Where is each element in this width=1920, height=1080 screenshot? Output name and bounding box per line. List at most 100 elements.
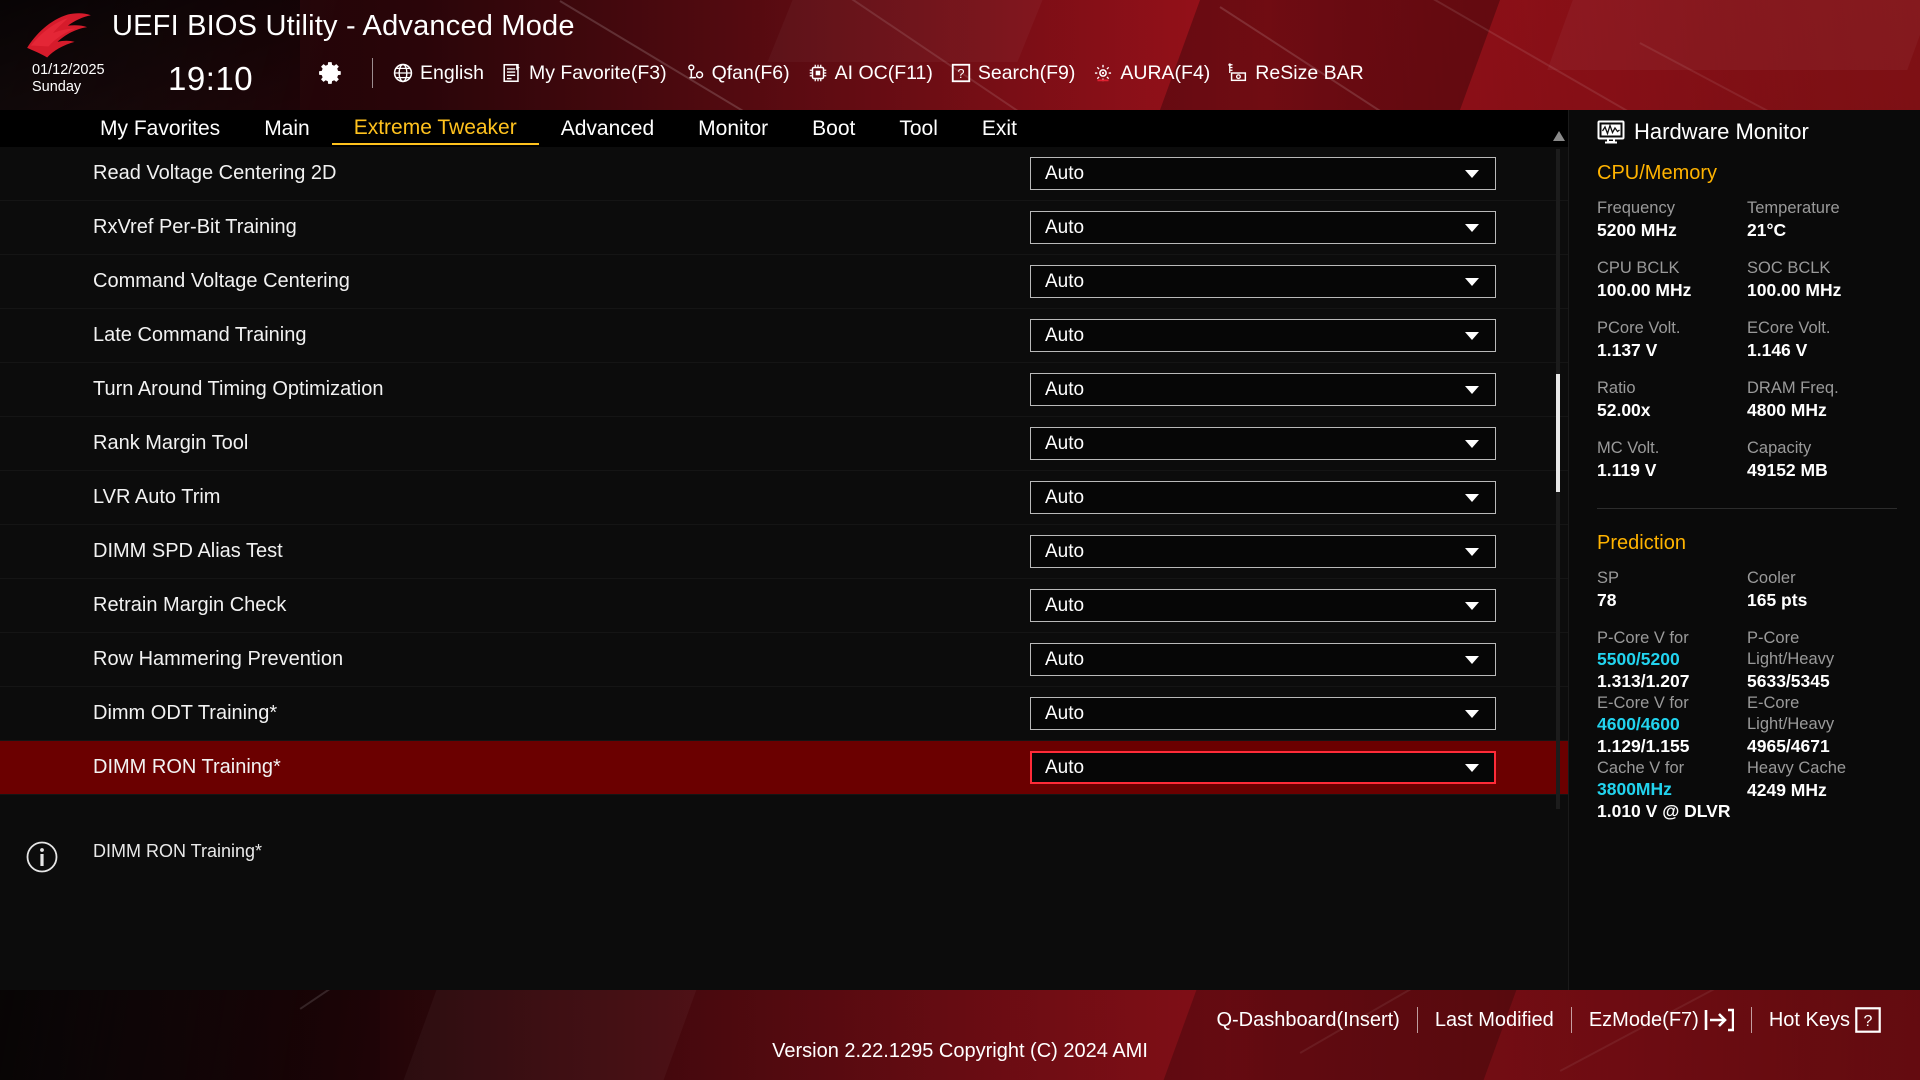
svg-text:?: ? <box>957 66 964 81</box>
favorite-icon <box>503 63 520 83</box>
hw-metric: SP 78 <box>1597 568 1747 612</box>
header-streak-2 <box>839 0 1189 110</box>
hw-metric-key: Ratio <box>1597 379 1636 397</box>
my-favorite-button[interactable]: My Favorite(F3) <box>501 62 675 85</box>
setting-dropdown[interactable]: Auto <box>1030 157 1496 190</box>
scroll-up-arrow-icon[interactable] <box>1552 130 1566 142</box>
setting-row[interactable]: Late Command Training Auto <box>0 309 1568 363</box>
setting-dropdown[interactable]: Auto <box>1030 751 1496 784</box>
hw-metric: CPU BCLK 100.00 MHz <box>1597 258 1747 302</box>
hardware-monitor-header: Hardware Monitor <box>1597 119 1809 145</box>
hw-section-grid: SP 78 Cooler 165 pts P-Core V for 5500/5200 1.… <box>1597 568 1897 823</box>
hw-prediction-metric: E-Core Light/Heavy 4965/4671 <box>1747 693 1897 758</box>
hw-metric-pair: Frequency 5200 MHz Temperature 21°C <box>1597 198 1897 242</box>
hw-metric-key: SP <box>1597 569 1620 587</box>
setting-value: Auto <box>1045 648 1085 670</box>
nav-tab-exit[interactable]: Exit <box>960 114 1039 144</box>
footer-link-ezmode-f7-[interactable]: EzMode(F7) <box>1572 1008 1751 1032</box>
setting-label: RxVref Per-Bit Training <box>93 216 297 238</box>
nav-tab-main[interactable]: Main <box>242 114 332 144</box>
search-button[interactable]: ? Search(F9) <box>950 62 1084 85</box>
nav-tab-monitor[interactable]: Monitor <box>676 114 790 144</box>
nav-tab-advanced[interactable]: Advanced <box>539 114 676 144</box>
hw-metric-key: ECore Volt. <box>1747 319 1831 337</box>
setting-row[interactable]: Retrain Margin Check Auto <box>0 579 1568 633</box>
footer-link-hot-keys[interactable]: Hot Keys? <box>1752 1007 1898 1033</box>
setting-value: Auto <box>1045 702 1085 724</box>
monitor-icon <box>1597 120 1625 144</box>
hw-metric-subkey: Light/Heavy <box>1747 650 1835 668</box>
language-button[interactable]: English <box>392 62 492 85</box>
ai-oc-label: AI OC(F11) <box>834 61 933 84</box>
gear-icon[interactable] <box>318 60 344 86</box>
hw-metric-value: 5200 MHz <box>1597 220 1677 240</box>
setting-dropdown[interactable]: Auto <box>1030 643 1496 676</box>
resize-bar-button[interactable]: ReSize BAR <box>1227 62 1371 85</box>
setting-row[interactable]: Rank Margin Tool Auto <box>0 417 1568 471</box>
hw-metric-pair: Ratio 52.00x DRAM Freq. 4800 MHz <box>1597 378 1897 422</box>
chevron-down-icon <box>1465 655 1479 664</box>
setting-row[interactable]: DIMM SPD Alias Test Auto <box>0 525 1568 579</box>
setting-dropdown[interactable]: Auto <box>1030 589 1496 622</box>
setting-row[interactable]: Turn Around Timing Optimization Auto <box>0 363 1568 417</box>
setting-dropdown[interactable]: Auto <box>1030 265 1496 298</box>
footer-bar: Q-Dashboard(Insert) Last Modified EzMode(F… <box>0 990 1920 1080</box>
setting-dropdown[interactable]: Auto <box>1030 319 1496 352</box>
hw-metric: DRAM Freq. 4800 MHz <box>1747 378 1897 422</box>
setting-row[interactable]: LVR Auto Trim Auto <box>0 471 1568 525</box>
hw-metric-value: 52.00x <box>1597 400 1651 420</box>
footer-link-q-dashboard-insert-[interactable]: Q-Dashboard(Insert) <box>1199 1009 1416 1032</box>
hw-metric-pair: SP 78 Cooler 165 pts <box>1597 568 1897 612</box>
hw-metric-key: Cache V for <box>1597 759 1685 777</box>
nav-tab-extreme-tweaker[interactable]: Extreme Tweaker <box>331 113 539 145</box>
svg-text:?: ? <box>1864 1013 1873 1030</box>
footer-link-last-modified[interactable]: Last Modified <box>1418 1009 1571 1032</box>
setting-dropdown[interactable]: Auto <box>1030 697 1496 730</box>
setting-dropdown[interactable]: Auto <box>1030 427 1496 460</box>
header-decor-poly1 <box>767 0 1042 62</box>
hw-metric-key: MC Volt. <box>1597 439 1660 457</box>
scrollbar-thumb[interactable] <box>1556 374 1560 492</box>
nav-tab-boot[interactable]: Boot <box>790 114 877 144</box>
setting-dropdown[interactable]: Auto <box>1030 373 1496 406</box>
rog-logo-icon <box>27 13 91 58</box>
hw-metric: Ratio 52.00x <box>1597 378 1747 422</box>
setting-dropdown[interactable]: Auto <box>1030 535 1496 568</box>
hw-section-divider <box>1597 508 1897 509</box>
resizebar-icon <box>1228 63 1247 82</box>
setting-row[interactable]: Read Voltage Centering 2D Auto <box>0 147 1568 201</box>
nav-tab-my-favorites[interactable]: My Favorites <box>78 114 242 144</box>
chevron-down-icon <box>1465 169 1479 178</box>
aura-button[interactable]: AURA(F4) <box>1092 62 1218 85</box>
setting-value: Auto <box>1045 756 1085 778</box>
hw-metric-value: 1.137 V <box>1597 340 1658 360</box>
setting-value: Auto <box>1045 270 1085 292</box>
setting-value: Auto <box>1045 540 1085 562</box>
setting-label: Turn Around Timing Optimization <box>93 378 384 400</box>
footer-link-label: Q-Dashboard(Insert) <box>1216 1008 1400 1031</box>
setting-row[interactable]: RxVref Per-Bit Training Auto <box>0 201 1568 255</box>
hw-metric-value: 49152 MB <box>1747 460 1828 480</box>
hw-prediction-metric: E-Core V for 4600/4600 1.129/1.155 <box>1597 693 1747 758</box>
hw-prediction-block: Cache V for 3800MHz 1.010 V @ DLVR Heavy Ca… <box>1597 758 1897 823</box>
setting-row[interactable]: Command Voltage Centering Auto <box>0 255 1568 309</box>
ai-oc-button[interactable]: AI OC(F11) <box>807 62 941 85</box>
setting-row[interactable]: Dimm ODT Training* Auto <box>0 687 1568 741</box>
header-decor-poly3 <box>1547 0 1920 70</box>
hw-prediction-metric: P-Core V for 5500/5200 1.313/1.207 <box>1597 628 1747 693</box>
setting-row[interactable]: DIMM RON Training* Auto <box>0 741 1568 795</box>
setting-dropdown[interactable]: Auto <box>1030 481 1496 514</box>
qfan-button[interactable]: Qfan(F6) <box>684 62 798 85</box>
info-icon <box>26 841 58 873</box>
chevron-down-icon <box>1465 547 1479 556</box>
setting-value: Auto <box>1045 324 1085 346</box>
chevron-down-icon <box>1465 601 1479 610</box>
hw-metric-value: 165 pts <box>1747 590 1808 610</box>
setting-row[interactable]: Row Hammering Prevention Auto <box>0 633 1568 687</box>
hw-prediction-metric: P-Core Light/Heavy 5633/5345 <box>1747 628 1897 693</box>
question-icon: ? <box>951 63 971 83</box>
nav-tab-tool[interactable]: Tool <box>877 114 960 144</box>
setting-dropdown[interactable]: Auto <box>1030 211 1496 244</box>
hw-metric: ECore Volt. 1.146 V <box>1747 318 1897 362</box>
globe-icon <box>393 63 413 83</box>
